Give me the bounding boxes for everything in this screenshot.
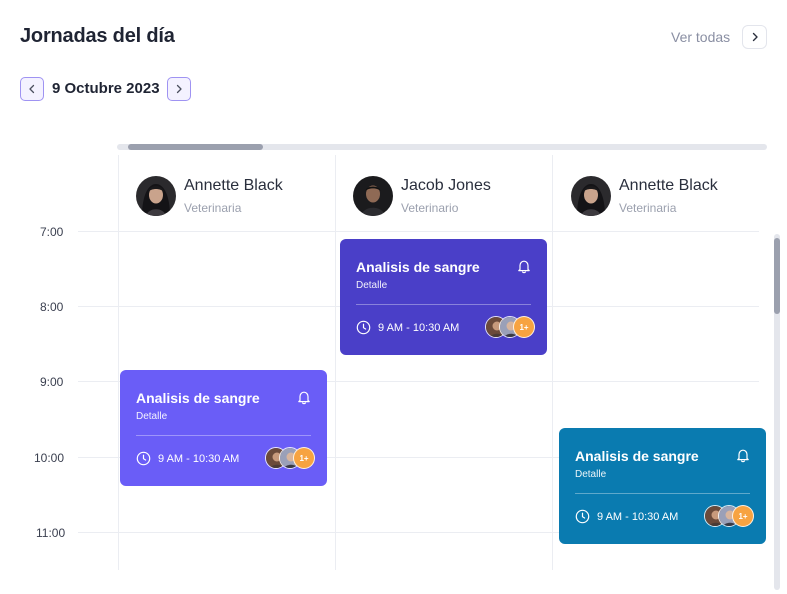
staff-header[interactable]: Annette Black Veterinaria (136, 176, 283, 216)
avatar (353, 176, 393, 216)
attendee-group[interactable]: 1+ (704, 505, 754, 527)
bell-icon[interactable] (517, 259, 531, 279)
chevron-right-icon (752, 32, 758, 42)
next-day-button[interactable] (167, 77, 191, 101)
event-card[interactable]: Analisis de sangre Detalle 9 AM - 10:30 … (340, 239, 547, 355)
clock-icon (575, 509, 590, 524)
attendee-group[interactable]: 1+ (485, 316, 535, 338)
time-label: 9:00 (40, 375, 64, 389)
staff-name: Annette Black (184, 177, 283, 194)
more-attendees-badge: 1+ (293, 447, 315, 469)
staff-header[interactable]: Jacob Jones Veterinario (353, 176, 491, 216)
clock-icon (356, 320, 371, 335)
staff-name: Annette Black (619, 177, 718, 194)
previous-day-button[interactable] (20, 77, 44, 101)
divider (575, 493, 750, 494)
avatar (136, 176, 176, 216)
column-divider (552, 155, 553, 570)
see-all-button[interactable] (742, 25, 767, 49)
event-detail-link[interactable]: Detalle (136, 411, 167, 422)
time-label: 7:00 (40, 225, 64, 239)
column-divider (118, 155, 119, 570)
more-attendees-badge: 1+ (732, 505, 754, 527)
divider (136, 435, 311, 436)
staff-role: Veterinaria (184, 201, 242, 215)
event-time-row: 9 AM - 10:30 AM (356, 320, 459, 335)
vertical-scrollbar-thumb[interactable] (774, 238, 780, 314)
divider (356, 304, 531, 305)
column-divider (335, 155, 336, 570)
event-time: 9 AM - 10:30 AM (158, 452, 240, 465)
attendee-group[interactable]: 1+ (265, 447, 315, 469)
horizontal-scrollbar-thumb[interactable] (128, 144, 263, 150)
staff-header[interactable]: Annette Black Veterinaria (571, 176, 718, 216)
event-time: 9 AM - 10:30 AM (378, 321, 460, 334)
chevron-right-icon (176, 84, 182, 94)
bell-icon[interactable] (297, 390, 311, 410)
avatar (571, 176, 611, 216)
time-label: 8:00 (40, 300, 64, 314)
time-label: 11:00 (36, 526, 66, 540)
page-title: Jornadas del día (20, 25, 175, 47)
event-card[interactable]: Analisis de sangre Detalle 9 AM - 10:30 … (559, 428, 766, 544)
hour-line (78, 231, 759, 232)
event-card[interactable]: Analisis de sangre Detalle 9 AM - 10:30 … (120, 370, 327, 486)
see-all-link[interactable]: Ver todas (671, 29, 730, 45)
staff-name: Jacob Jones (401, 177, 491, 194)
clock-icon (136, 451, 151, 466)
current-date: 9 Octubre 2023 (52, 80, 160, 97)
staff-role: Veterinario (401, 201, 459, 215)
event-time-row: 9 AM - 10:30 AM (575, 509, 678, 524)
event-detail-link[interactable]: Detalle (356, 280, 387, 291)
event-time: 9 AM - 10:30 AM (597, 510, 679, 523)
event-detail-link[interactable]: Detalle (575, 469, 606, 480)
bell-icon[interactable] (736, 448, 750, 468)
more-attendees-badge: 1+ (513, 316, 535, 338)
event-title: Analisis de sangre (356, 259, 480, 275)
chevron-left-icon (29, 84, 35, 94)
staff-role: Veterinaria (619, 201, 677, 215)
event-title: Analisis de sangre (575, 448, 699, 464)
event-time-row: 9 AM - 10:30 AM (136, 451, 239, 466)
time-label: 10:00 (34, 451, 65, 465)
event-title: Analisis de sangre (136, 390, 260, 406)
